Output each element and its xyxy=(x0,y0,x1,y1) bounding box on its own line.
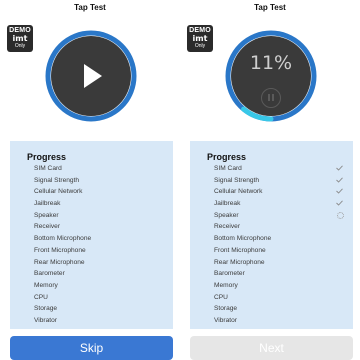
checkmark-icon xyxy=(336,165,343,171)
progress-panel: Progress SIM Card Signal Strength Cellul… xyxy=(10,141,173,329)
checkmark-icon xyxy=(336,188,343,195)
list-item: Signal Strength xyxy=(214,177,347,189)
list-item: Barometer xyxy=(214,270,245,278)
list-item: Cellular Network xyxy=(214,188,347,200)
test-list: SIM Card Signal Strength Cellular Networ… xyxy=(34,165,167,329)
list-item: Front Microphone xyxy=(214,246,266,254)
list-item: Rear Microphone xyxy=(34,258,85,266)
list-item: Receiver xyxy=(214,223,241,231)
list-item: Storage xyxy=(34,305,58,313)
screen-start: Tap Test DEMO imt Only Progress SIM Card… xyxy=(0,0,180,360)
screen-title: Tap Test xyxy=(74,3,106,12)
progress-title: Progress xyxy=(207,152,247,162)
list-item: Jailbreak xyxy=(214,200,347,212)
list-item: CPU xyxy=(34,293,48,301)
list-item: Bottom Microphone xyxy=(34,235,92,243)
demo-badge: DEMO imt Only xyxy=(187,25,213,52)
list-item: Memory xyxy=(214,281,238,289)
list-item: Storage xyxy=(214,305,238,313)
list-item: Vibrator xyxy=(214,316,237,324)
screen-title: Tap Test xyxy=(254,3,286,12)
list-item: Cellular Network xyxy=(34,188,83,196)
skip-button[interactable]: Skip xyxy=(10,336,173,360)
list-item: Barometer xyxy=(34,270,65,278)
test-circle[interactable]: 11% xyxy=(225,30,317,122)
loading-spinner-icon xyxy=(337,211,344,219)
list-item: SIM Card xyxy=(214,165,347,177)
demo-badge: DEMO imt Only xyxy=(7,25,33,52)
list-item: Jailbreak xyxy=(34,200,61,208)
list-item: Vibrator xyxy=(34,316,57,324)
checkmark-icon xyxy=(336,177,343,183)
pause-icon[interactable] xyxy=(261,88,281,108)
list-item: Receiver xyxy=(34,223,61,231)
list-item: Speaker xyxy=(214,211,347,224)
checkmark-icon xyxy=(336,200,343,206)
play-icon[interactable] xyxy=(81,62,105,90)
list-item: Speaker xyxy=(34,211,59,219)
test-circle[interactable] xyxy=(45,30,137,122)
list-item: Bottom Microphone xyxy=(214,235,272,243)
list-item: Signal Strength xyxy=(34,176,80,184)
list-item: Front Microphone xyxy=(34,246,86,254)
test-list: SIM Card Signal Strength Cellular Networ… xyxy=(214,165,347,329)
progress-panel: Progress SIM Card Signal Strength Cellul… xyxy=(190,141,353,329)
screen-running: Tap Test DEMO imt Only 11% Progress SIM … xyxy=(180,0,360,360)
test-progress-ring xyxy=(225,30,317,122)
list-item: Rear Microphone xyxy=(214,258,265,266)
list-item: Memory xyxy=(34,281,58,289)
progress-percent: 11% xyxy=(249,52,293,74)
progress-title: Progress xyxy=(27,152,67,162)
list-item: CPU xyxy=(214,293,228,301)
list-item: SIM Card xyxy=(34,165,62,172)
next-button[interactable]: Next xyxy=(190,336,353,360)
